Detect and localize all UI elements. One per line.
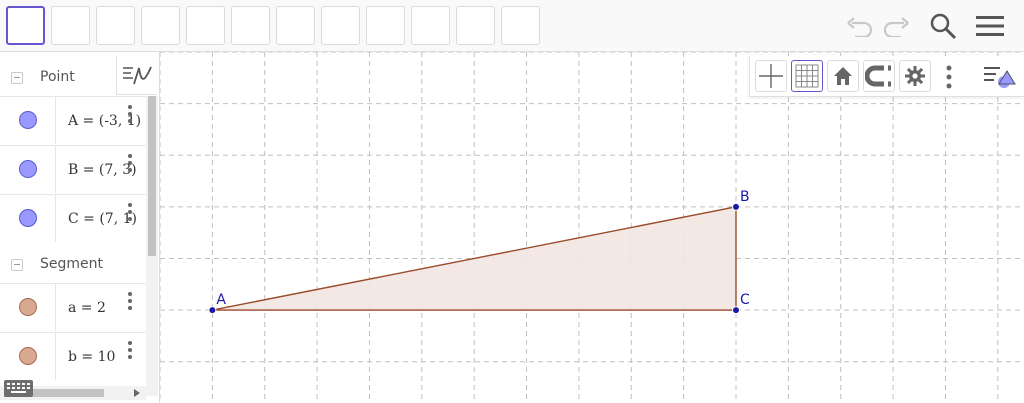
tool-slot-7[interactable]	[276, 6, 315, 45]
keyboard-icon[interactable]	[4, 380, 33, 397]
view-toggle-icon[interactable]	[116, 56, 157, 95]
hamburger-menu-icon[interactable]	[972, 8, 1008, 44]
tool-slot-2[interactable]	[51, 6, 90, 45]
visibility-toggle[interactable]	[0, 284, 56, 331]
undo-icon[interactable]	[842, 8, 878, 44]
redo-icon[interactable]	[878, 8, 914, 44]
graphics-canvas[interactable]: A B C	[160, 52, 1024, 403]
algebra-vertical-scrollbar[interactable]	[146, 96, 158, 396]
tool-slot-4[interactable]	[141, 6, 180, 45]
point-label-c: C	[740, 292, 750, 308]
tool-slot-12[interactable]	[501, 6, 540, 45]
settings-icon[interactable]	[899, 60, 931, 92]
marble-icon[interactable]	[19, 160, 37, 178]
search-icon[interactable]	[925, 8, 961, 44]
marble-icon[interactable]	[19, 298, 37, 316]
algebra-item-definition[interactable]: B = (7, 3)	[68, 162, 137, 178]
item-menu-icon[interactable]	[128, 341, 132, 359]
tool-slot-11[interactable]	[456, 6, 495, 45]
algebra-group-header[interactable]: Segment	[0, 243, 146, 287]
graphics-view[interactable]: A B C	[160, 52, 1024, 403]
visibility-toggle[interactable]	[0, 146, 56, 193]
main-toolbar	[0, 0, 1024, 52]
point-label-b: B	[740, 189, 750, 205]
algebra-group-title: Segment	[40, 256, 103, 272]
tool-slot-1[interactable]	[6, 6, 45, 45]
more-icon[interactable]	[946, 65, 952, 89]
marble-icon[interactable]	[19, 209, 37, 227]
algebra-item[interactable]: A = (-3, 1)	[0, 96, 146, 144]
item-menu-icon[interactable]	[128, 154, 132, 172]
tool-slot-9[interactable]	[366, 6, 405, 45]
graphics-style-bar	[749, 56, 1024, 97]
item-menu-icon[interactable]	[128, 105, 132, 123]
algebra-view: Point A = (-3, 1) B = (7, 3) C = (7, 1) Segm…	[0, 52, 160, 403]
item-menu-icon[interactable]	[128, 292, 132, 310]
item-menu-icon[interactable]	[128, 203, 132, 221]
tool-slot-5[interactable]	[186, 6, 225, 45]
visibility-toggle[interactable]	[0, 333, 56, 380]
algebra-item-definition[interactable]: b = 10	[68, 349, 115, 365]
marble-icon[interactable]	[19, 347, 37, 365]
algebra-item[interactable]: b = 10	[0, 332, 146, 380]
algebra-item-definition[interactable]: C = (7, 1)	[68, 211, 137, 227]
tool-slot-10[interactable]	[411, 6, 450, 45]
algebra-group-title: Point	[40, 69, 75, 85]
style-bar-toggle-icon[interactable]	[982, 62, 1018, 90]
algebra-item[interactable]: C = (7, 1)	[0, 194, 146, 242]
point-c[interactable]	[732, 306, 740, 315]
home-icon[interactable]	[827, 60, 859, 92]
tool-slot-6[interactable]	[231, 6, 270, 45]
algebra-item[interactable]: B = (7, 3)	[0, 145, 146, 193]
algebra-item-definition[interactable]: a = 2	[68, 300, 106, 316]
grid-icon[interactable]	[791, 60, 823, 92]
marble-icon[interactable]	[19, 111, 37, 129]
scroll-thumb[interactable]	[148, 96, 156, 256]
tool-slot-8[interactable]	[321, 6, 360, 45]
point-label-a: A	[216, 292, 226, 308]
collapse-icon[interactable]	[11, 259, 23, 271]
axes-icon[interactable]	[755, 60, 787, 92]
algebra-item[interactable]: a = 2	[0, 283, 146, 331]
point-b[interactable]	[732, 202, 740, 211]
point-a[interactable]	[208, 306, 217, 315]
collapse-icon[interactable]	[11, 72, 23, 84]
scroll-right-arrow-icon[interactable]	[134, 389, 140, 397]
tool-slot-3[interactable]	[96, 6, 135, 45]
magnet-icon[interactable]	[863, 60, 895, 92]
visibility-toggle[interactable]	[0, 195, 56, 242]
visibility-toggle[interactable]	[0, 97, 56, 144]
